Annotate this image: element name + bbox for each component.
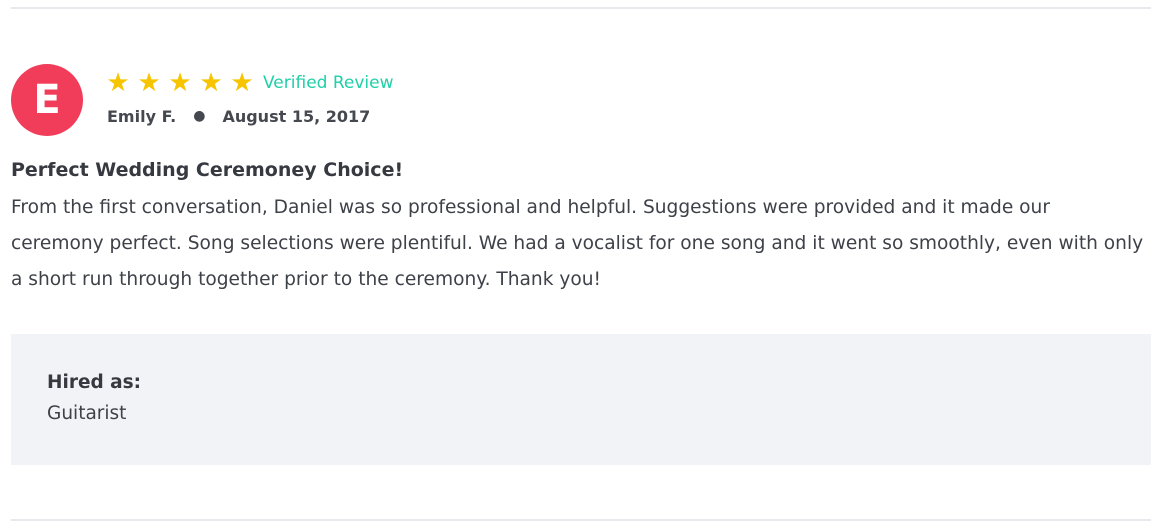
review-body-line: ceremony perfect. Song selections were p… bbox=[11, 233, 1144, 254]
star-icon: ★ bbox=[168, 68, 192, 98]
star-icon: ★ bbox=[106, 68, 130, 98]
separator-dot: ● bbox=[193, 108, 206, 124]
hired-as-panel: Hired as: Guitarist bbox=[11, 334, 1151, 465]
author-name: Emily F. bbox=[107, 106, 177, 126]
review-date: August 15, 2017 bbox=[222, 106, 371, 126]
hired-as-label: Hired as: bbox=[47, 372, 142, 393]
review-body-line: From the first conversation, Daniel was … bbox=[11, 197, 1050, 218]
bottom-divider bbox=[11, 519, 1151, 521]
review-body-line: a short run through together prior to th… bbox=[11, 269, 602, 290]
review-meta: Emily F. ● August 15, 2017 bbox=[107, 104, 370, 128]
review-title: Perfect Wedding Ceremoney Choice! bbox=[11, 159, 404, 181]
rating-row: ★ ★ ★ ★ ★ Verified Review bbox=[105, 68, 394, 98]
star-icon: ★ bbox=[199, 68, 223, 98]
review-body: From the first conversation, Daniel was … bbox=[11, 190, 1156, 298]
star-rating: ★ ★ ★ ★ ★ bbox=[105, 70, 260, 96]
star-icon: ★ bbox=[137, 68, 161, 98]
verified-review-badge: Verified Review bbox=[263, 73, 394, 93]
top-divider bbox=[11, 7, 1151, 9]
star-icon: ★ bbox=[230, 68, 254, 98]
avatar: E bbox=[11, 64, 83, 136]
hired-as-value: Guitarist bbox=[47, 403, 127, 424]
